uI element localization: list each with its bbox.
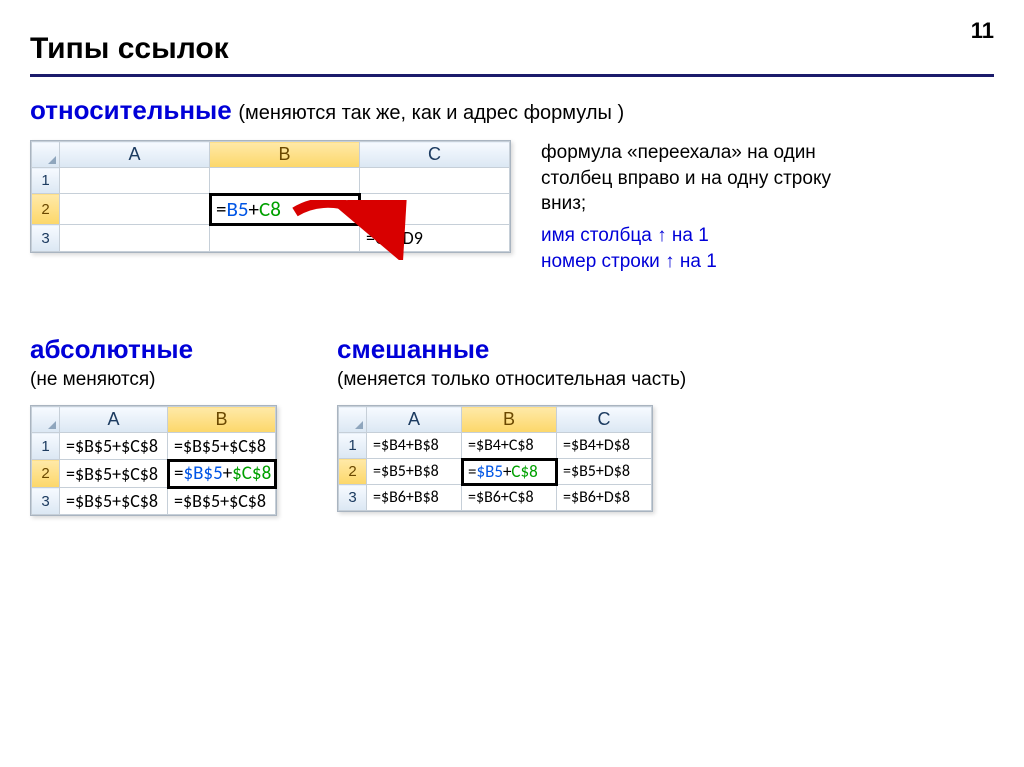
- row-header-1[interactable]: 1: [32, 168, 60, 194]
- mixed-sub: (меняется только относительная часть): [337, 369, 686, 391]
- row-note-a: номер строки: [541, 251, 665, 272]
- ref-b5-mixed: $B5: [476, 461, 502, 482]
- relative-label: относительные: [30, 95, 232, 125]
- cell-c3[interactable]: =C6+D9: [360, 225, 510, 252]
- sheet-mixed: A B C 1 =$B4+B$8 =$B4+C$8 =$B4+D$8 2 =$B…: [337, 405, 653, 512]
- col-header-b[interactable]: B: [210, 142, 360, 168]
- cell-b2-selected[interactable]: =$B$5+$C$8: [168, 460, 276, 488]
- ref-b5: B5: [226, 196, 248, 222]
- col-header-a[interactable]: A: [60, 142, 210, 168]
- cell-a3[interactable]: =$B$5+$C$8: [60, 488, 168, 515]
- cell-c1[interactable]: =$B4+D$8: [557, 433, 652, 459]
- row-note-b: на 1: [675, 251, 717, 272]
- row-header-3[interactable]: 3: [32, 225, 60, 252]
- cell-c2[interactable]: [360, 194, 510, 225]
- col-header-a[interactable]: A: [60, 407, 168, 433]
- cell-a2[interactable]: =$B5+B$8: [367, 459, 462, 485]
- ref-c8-mixed: C$8: [511, 461, 537, 482]
- cell-c3[interactable]: =$B6+D$8: [557, 485, 652, 511]
- col-header-a[interactable]: A: [367, 407, 462, 433]
- formula-eq: =: [216, 196, 226, 222]
- col-note-b: на 1: [667, 225, 709, 246]
- row-header-1[interactable]: 1: [339, 433, 367, 459]
- row-header-3[interactable]: 3: [339, 485, 367, 511]
- cell-b1[interactable]: =$B4+C$8: [462, 433, 557, 459]
- relative-explanation: формула «переехала» на один столбец впра…: [541, 140, 871, 274]
- ref-c8-abs: $C$8: [232, 462, 271, 485]
- col-header-c[interactable]: C: [360, 142, 510, 168]
- cell-a1[interactable]: =$B$5+$C$8: [60, 433, 168, 460]
- absolute-sub: (не меняются): [30, 369, 277, 391]
- col-header-b[interactable]: B: [462, 407, 557, 433]
- col-header-b[interactable]: B: [168, 407, 276, 433]
- cell-b2-selected[interactable]: =B5+C8: [210, 194, 360, 225]
- row-header-2[interactable]: 2: [339, 459, 367, 485]
- ref-c8: C8: [259, 196, 281, 222]
- up-arrow-icon: [657, 225, 667, 246]
- select-all-corner[interactable]: [339, 407, 367, 433]
- cell-b3[interactable]: [210, 225, 360, 252]
- col-note-a: имя столбца: [541, 225, 657, 246]
- absolute-label: абсолютные: [30, 334, 277, 365]
- cell-b1[interactable]: =$B$5+$C$8: [168, 433, 276, 460]
- cell-c1[interactable]: [360, 168, 510, 194]
- select-all-corner[interactable]: [32, 407, 60, 433]
- cell-a3[interactable]: =$B6+B$8: [367, 485, 462, 511]
- page-number: 11: [971, 18, 994, 44]
- cell-a1[interactable]: [60, 168, 210, 194]
- cell-b1[interactable]: [210, 168, 360, 194]
- cell-a2[interactable]: [60, 194, 210, 225]
- col-header-c[interactable]: C: [557, 407, 652, 433]
- cell-b3[interactable]: =$B6+C$8: [462, 485, 557, 511]
- sheet-absolute: A B 1 =$B$5+$C$8 =$B$5+$C$8 2 =$B$5+$C$8…: [30, 405, 277, 516]
- row-header-2[interactable]: 2: [32, 194, 60, 225]
- ref-b5-abs: $B$5: [183, 462, 222, 485]
- up-arrow-icon: [665, 251, 675, 272]
- row-header-1[interactable]: 1: [32, 433, 60, 460]
- cell-c2[interactable]: =$B5+D$8: [557, 459, 652, 485]
- cell-a3[interactable]: [60, 225, 210, 252]
- select-all-corner[interactable]: [32, 142, 60, 168]
- slide-title: Типы ссылок: [30, 32, 994, 66]
- mixed-label: смешанные: [337, 334, 686, 365]
- cell-a1[interactable]: =$B4+B$8: [367, 433, 462, 459]
- cell-b2-selected[interactable]: =$B5+C$8: [462, 459, 557, 485]
- section-relative-heading: относительные (меняются так же, как и ад…: [30, 95, 994, 126]
- cell-b3[interactable]: =$B$5+$C$8: [168, 488, 276, 515]
- row-header-3[interactable]: 3: [32, 488, 60, 515]
- relative-explanation-line1: формула «переехала» на один столбец впра…: [541, 140, 871, 217]
- title-rule: [30, 74, 994, 77]
- relative-column-note: имя столбца на 1: [541, 223, 871, 249]
- relative-sub: (меняются так же, как и адрес формулы ): [238, 102, 624, 124]
- formula-plus: +: [223, 462, 232, 485]
- sheet-relative: A B C 1 2 =B5+C8: [30, 140, 511, 253]
- formula-plus: +: [249, 196, 259, 222]
- relative-row-note: номер строки на 1: [541, 249, 871, 275]
- cell-a2[interactable]: =$B$5+$C$8: [60, 460, 168, 488]
- row-header-2[interactable]: 2: [32, 460, 60, 488]
